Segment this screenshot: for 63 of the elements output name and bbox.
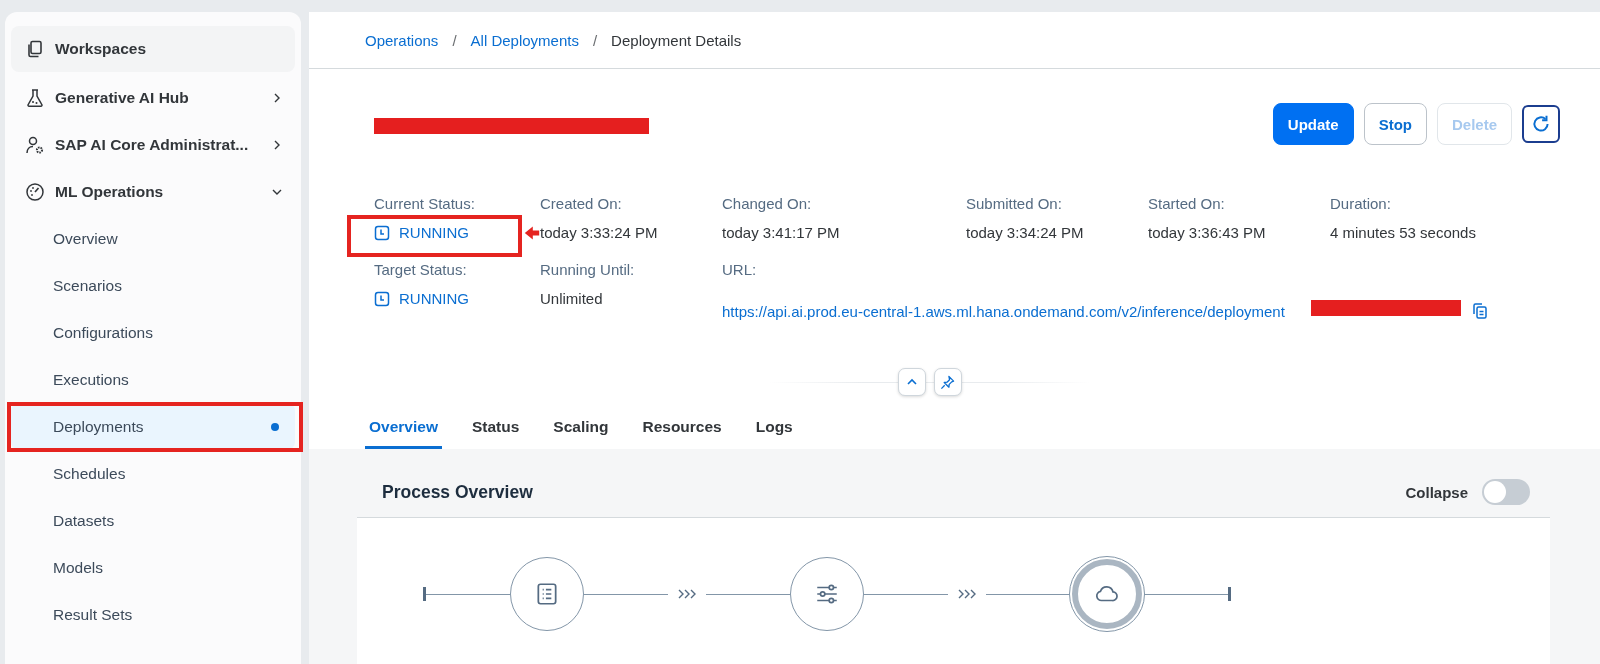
status-text: RUNNING (399, 290, 469, 307)
status-text: RUNNING (399, 224, 469, 241)
sidebar-item[interactable]: Overview (11, 215, 295, 262)
sidebar-item[interactable]: Workspaces (11, 26, 295, 72)
sidebar-item[interactable]: Schedules (11, 450, 295, 497)
field-label: Created On: (540, 195, 623, 212)
field-value: today 3:34:24 PM (966, 224, 1084, 241)
tab[interactable]: Logs (751, 410, 797, 449)
tab[interactable]: Resources (638, 410, 726, 449)
sliders-icon (814, 581, 840, 607)
pin-icon (940, 374, 955, 390)
field-label: Running Until: (540, 261, 636, 278)
flask-icon (25, 87, 45, 108)
field-value: today 3:33:24 PM (540, 224, 658, 241)
collapse-header-button[interactable] (897, 368, 926, 396)
field-value: Unlimited (540, 290, 603, 307)
section-title: Process Overview (382, 481, 533, 503)
refresh-button[interactable] (1522, 105, 1560, 143)
field-label: Current Status: (374, 195, 476, 212)
field-value: today 3:41:17 PM (722, 224, 840, 241)
gauge-icon (25, 181, 45, 202)
breadcrumb-link[interactable]: All Deployments (470, 31, 579, 49)
field-value: 4 minutes 53 seconds (1330, 224, 1476, 241)
sidebar-item[interactable]: Generative AI Hub (11, 74, 295, 121)
list-icon (534, 581, 560, 607)
chevrons-icon (678, 589, 696, 599)
copy-icon (25, 39, 45, 59)
field-label: Target Status: (374, 261, 468, 278)
clock-icon (374, 224, 390, 241)
sidebar-item[interactable]: SAP AI Core Administrat... (11, 121, 295, 168)
field-label: URL: (722, 261, 758, 278)
sidebar-item[interactable]: Scenarios (11, 262, 295, 309)
url-link[interactable]: https://api.ai.prod.eu-central-1.aws.ml.hana.ondemand.com/v2/inference/deployment (722, 302, 1285, 320)
action-button[interactable]: Update (1272, 103, 1354, 145)
flow-start-mark (423, 587, 426, 601)
copy-icon[interactable] (1470, 302, 1489, 320)
tab[interactable]: Status (467, 410, 524, 449)
breadcrumb-current: Deployment Details (611, 31, 742, 49)
sidebar-item[interactable]: Datasets (11, 497, 295, 544)
collapse-switch[interactable] (1482, 479, 1530, 505)
tab[interactable]: Scaling (549, 410, 613, 449)
sidebar-item[interactable]: Configurations (11, 309, 295, 356)
field-label: Changed On: (722, 195, 813, 212)
sidebar-item[interactable]: Executions (11, 356, 295, 403)
sidebar-item[interactable]: ML Operations (11, 168, 295, 215)
breadcrumb-separator: / (452, 31, 457, 49)
breadcrumb-separator: / (592, 31, 598, 49)
field-label: Duration: (1330, 195, 1392, 212)
field-value: today 3:36:43 PM (1148, 224, 1266, 241)
switch-label: Collapse (1405, 483, 1468, 501)
selected-dot (271, 422, 279, 431)
clock-icon (374, 290, 390, 307)
field-label: Submitted On: (966, 195, 1063, 212)
action-button[interactable]: Stop (1363, 103, 1427, 145)
breadcrumb-link[interactable]: Operations (365, 31, 439, 49)
pin-button[interactable] (933, 368, 962, 396)
sidebar-item[interactable]: Models (11, 544, 295, 591)
user-gear-icon (25, 134, 45, 155)
sidebar-item[interactable]: Result Sets (11, 591, 295, 638)
field-label: Started On: (1148, 195, 1226, 212)
chevrons-icon (958, 589, 976, 599)
flow-end-mark (1228, 587, 1231, 601)
process-node[interactable] (1072, 559, 1142, 629)
